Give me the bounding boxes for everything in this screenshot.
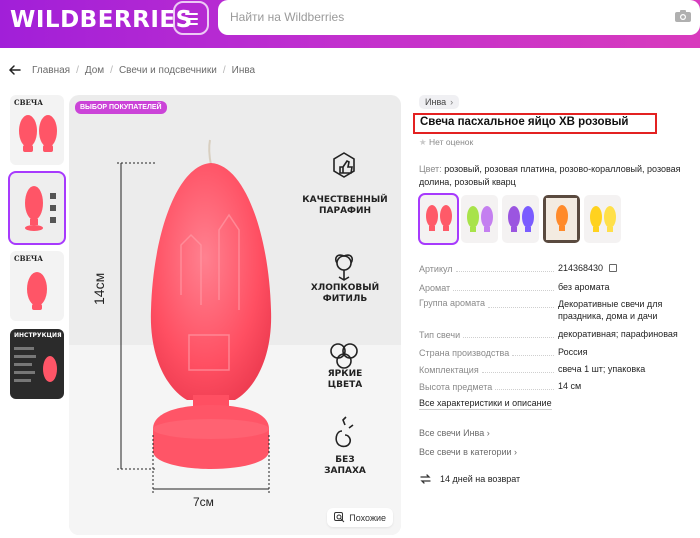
spec-value: 14 см (558, 381, 582, 391)
search-placeholder: Найти на Wildberries (230, 10, 345, 24)
height-dimension-label: 14см (91, 272, 107, 305)
menu-icon (185, 13, 198, 15)
color-swatch[interactable] (502, 195, 539, 243)
feature-line: БЕЗ (335, 455, 355, 465)
feature-line: ХЛОПКОВЫЙ (310, 283, 380, 293)
feature-line: ЗАПАХА (324, 466, 366, 476)
spec-row-aroma: Аромат без аромата (419, 281, 694, 293)
similar-label: Похожие (349, 512, 386, 523)
spec-key: Тип свечи (419, 330, 464, 340)
spec-row-candle-type: Тип свечи декоративная; парафиновая (419, 328, 694, 340)
brand-link[interactable]: Инва › (419, 95, 460, 109)
feature-line: ПАРАФИН (318, 206, 372, 216)
search-input[interactable]: Найти на Wildberries (218, 0, 700, 35)
spec-key: Высота предмета (419, 382, 496, 392)
feature-line: ЦВЕТА (327, 380, 363, 390)
breadcrumb-item[interactable]: Дом (85, 65, 104, 76)
spec-value: Россия (558, 347, 588, 357)
back-arrow-icon[interactable] (8, 63, 22, 77)
all-category-link[interactable]: Все свечи в категории › (419, 447, 517, 457)
color-swatch[interactable] (584, 195, 621, 243)
returns-info: 14 дней на возврат (419, 473, 520, 485)
thumbnail-caption: СВЕЧА (14, 254, 43, 263)
product-main-image[interactable]: ВЫБОР ПОКУПАТЕЛЕЙ 14см 7см КАЧЕСТВЕННЫЙ … (69, 95, 401, 535)
breadcrumb-item[interactable]: Свечи и подсвечники (119, 65, 217, 76)
spec-key: Комплектация (419, 365, 482, 375)
feature-line: ФИТИЛЬ (322, 294, 368, 304)
feature-cotton-wick: ХЛОПКОВЫЙ ФИТИЛЬ (301, 283, 389, 305)
spec-key: Группа аромата (419, 298, 489, 308)
copy-icon[interactable] (608, 264, 617, 272)
thumbnail-caption: ИНСТРУКЦИЯ (14, 332, 62, 339)
rating[interactable]: ★ Нет оценок (419, 137, 473, 148)
thumbnail-4[interactable]: ИНСТРУКЦИЯ (10, 329, 64, 399)
spec-key: Аромат (419, 283, 454, 293)
feature-paraffin: КАЧЕСТВЕННЫЙ ПАРАФИН (301, 195, 389, 217)
feature-line: ЯРКИЕ (327, 369, 363, 379)
spec-key: Артикул (419, 264, 456, 274)
chevron-right-icon: › (514, 447, 518, 457)
spec-row-aroma-group: Группа аромата Декоративные свечи для пр… (419, 298, 694, 322)
color-description: Цвет: розовый, розовая платина, розово-к… (419, 163, 689, 189)
color-swatch[interactable] (418, 193, 459, 245)
spec-row-article: Артикул 214368430 (419, 262, 694, 274)
color-label: Цвет: (419, 164, 442, 174)
breadcrumb-item[interactable]: Инва (232, 65, 255, 76)
returns-text: 14 дней на возврат (440, 474, 521, 484)
similar-button[interactable]: Похожие (327, 508, 393, 527)
spec-value: декоративная; парафиновая (558, 329, 678, 339)
spec-row-country: Страна производства Россия (419, 346, 694, 358)
spec-value: без аромата (558, 282, 610, 292)
spec-key: Страна производства (419, 348, 513, 358)
thumbnail-3[interactable]: СВЕЧА (10, 251, 64, 321)
spec-value: 214368430 (558, 262, 690, 274)
chevron-right-icon: › (486, 428, 490, 438)
logo[interactable]: WILDBERRIES (10, 7, 193, 33)
color-value: розовый, розовая платина, розово-коралло… (419, 164, 681, 187)
breadcrumb-item[interactable]: Главная (32, 65, 70, 76)
feature-line: КАЧЕСТВЕННЫЙ (302, 195, 388, 205)
spec-row-package: Комплектация свеча 1 шт; упаковка (419, 363, 694, 375)
return-arrows-icon (420, 474, 431, 484)
menu-button[interactable] (173, 1, 209, 35)
chevron-right-icon: › (450, 97, 454, 107)
thumbnail-2[interactable] (8, 171, 66, 245)
spec-value: Декоративные свечи для праздника, дома и… (558, 299, 663, 321)
badge-buyers-choice: ВЫБОР ПОКУПАТЕЛЕЙ (75, 101, 167, 114)
feature-no-smell: БЕЗ ЗАПАХА (301, 455, 389, 477)
brand-name: Инва (425, 97, 447, 107)
feature-bright-colors: ЯРКИЕ ЦВЕТА (301, 369, 389, 391)
similar-search-icon (334, 512, 345, 523)
camera-icon[interactable] (674, 9, 692, 23)
color-swatch[interactable] (543, 195, 580, 243)
spec-value: свеча 1 шт; упаковка (558, 364, 646, 374)
breadcrumb: Главная / Дом / Свечи и подсвечники / Ин… (8, 62, 261, 78)
rating-text: Нет оценок (429, 137, 474, 147)
header-bar: WILDBERRIES Найти на Wildberries (0, 0, 700, 48)
all-brand-candles-link[interactable]: Все свечи Инва › (419, 428, 490, 438)
color-swatch[interactable] (461, 195, 498, 243)
width-dimension-label: 7см (193, 495, 214, 509)
star-icon: ★ (419, 137, 427, 147)
all-specs-link[interactable]: Все характеристики и описание (419, 398, 552, 410)
thumbnail-1[interactable]: СВЕЧА (10, 95, 64, 165)
spec-row-height: Высота предмета 14 см (419, 380, 694, 392)
thumbnail-caption: СВЕЧА (14, 98, 43, 107)
product-title: Свеча пасхальное яйцо ХВ розовый (413, 113, 657, 134)
